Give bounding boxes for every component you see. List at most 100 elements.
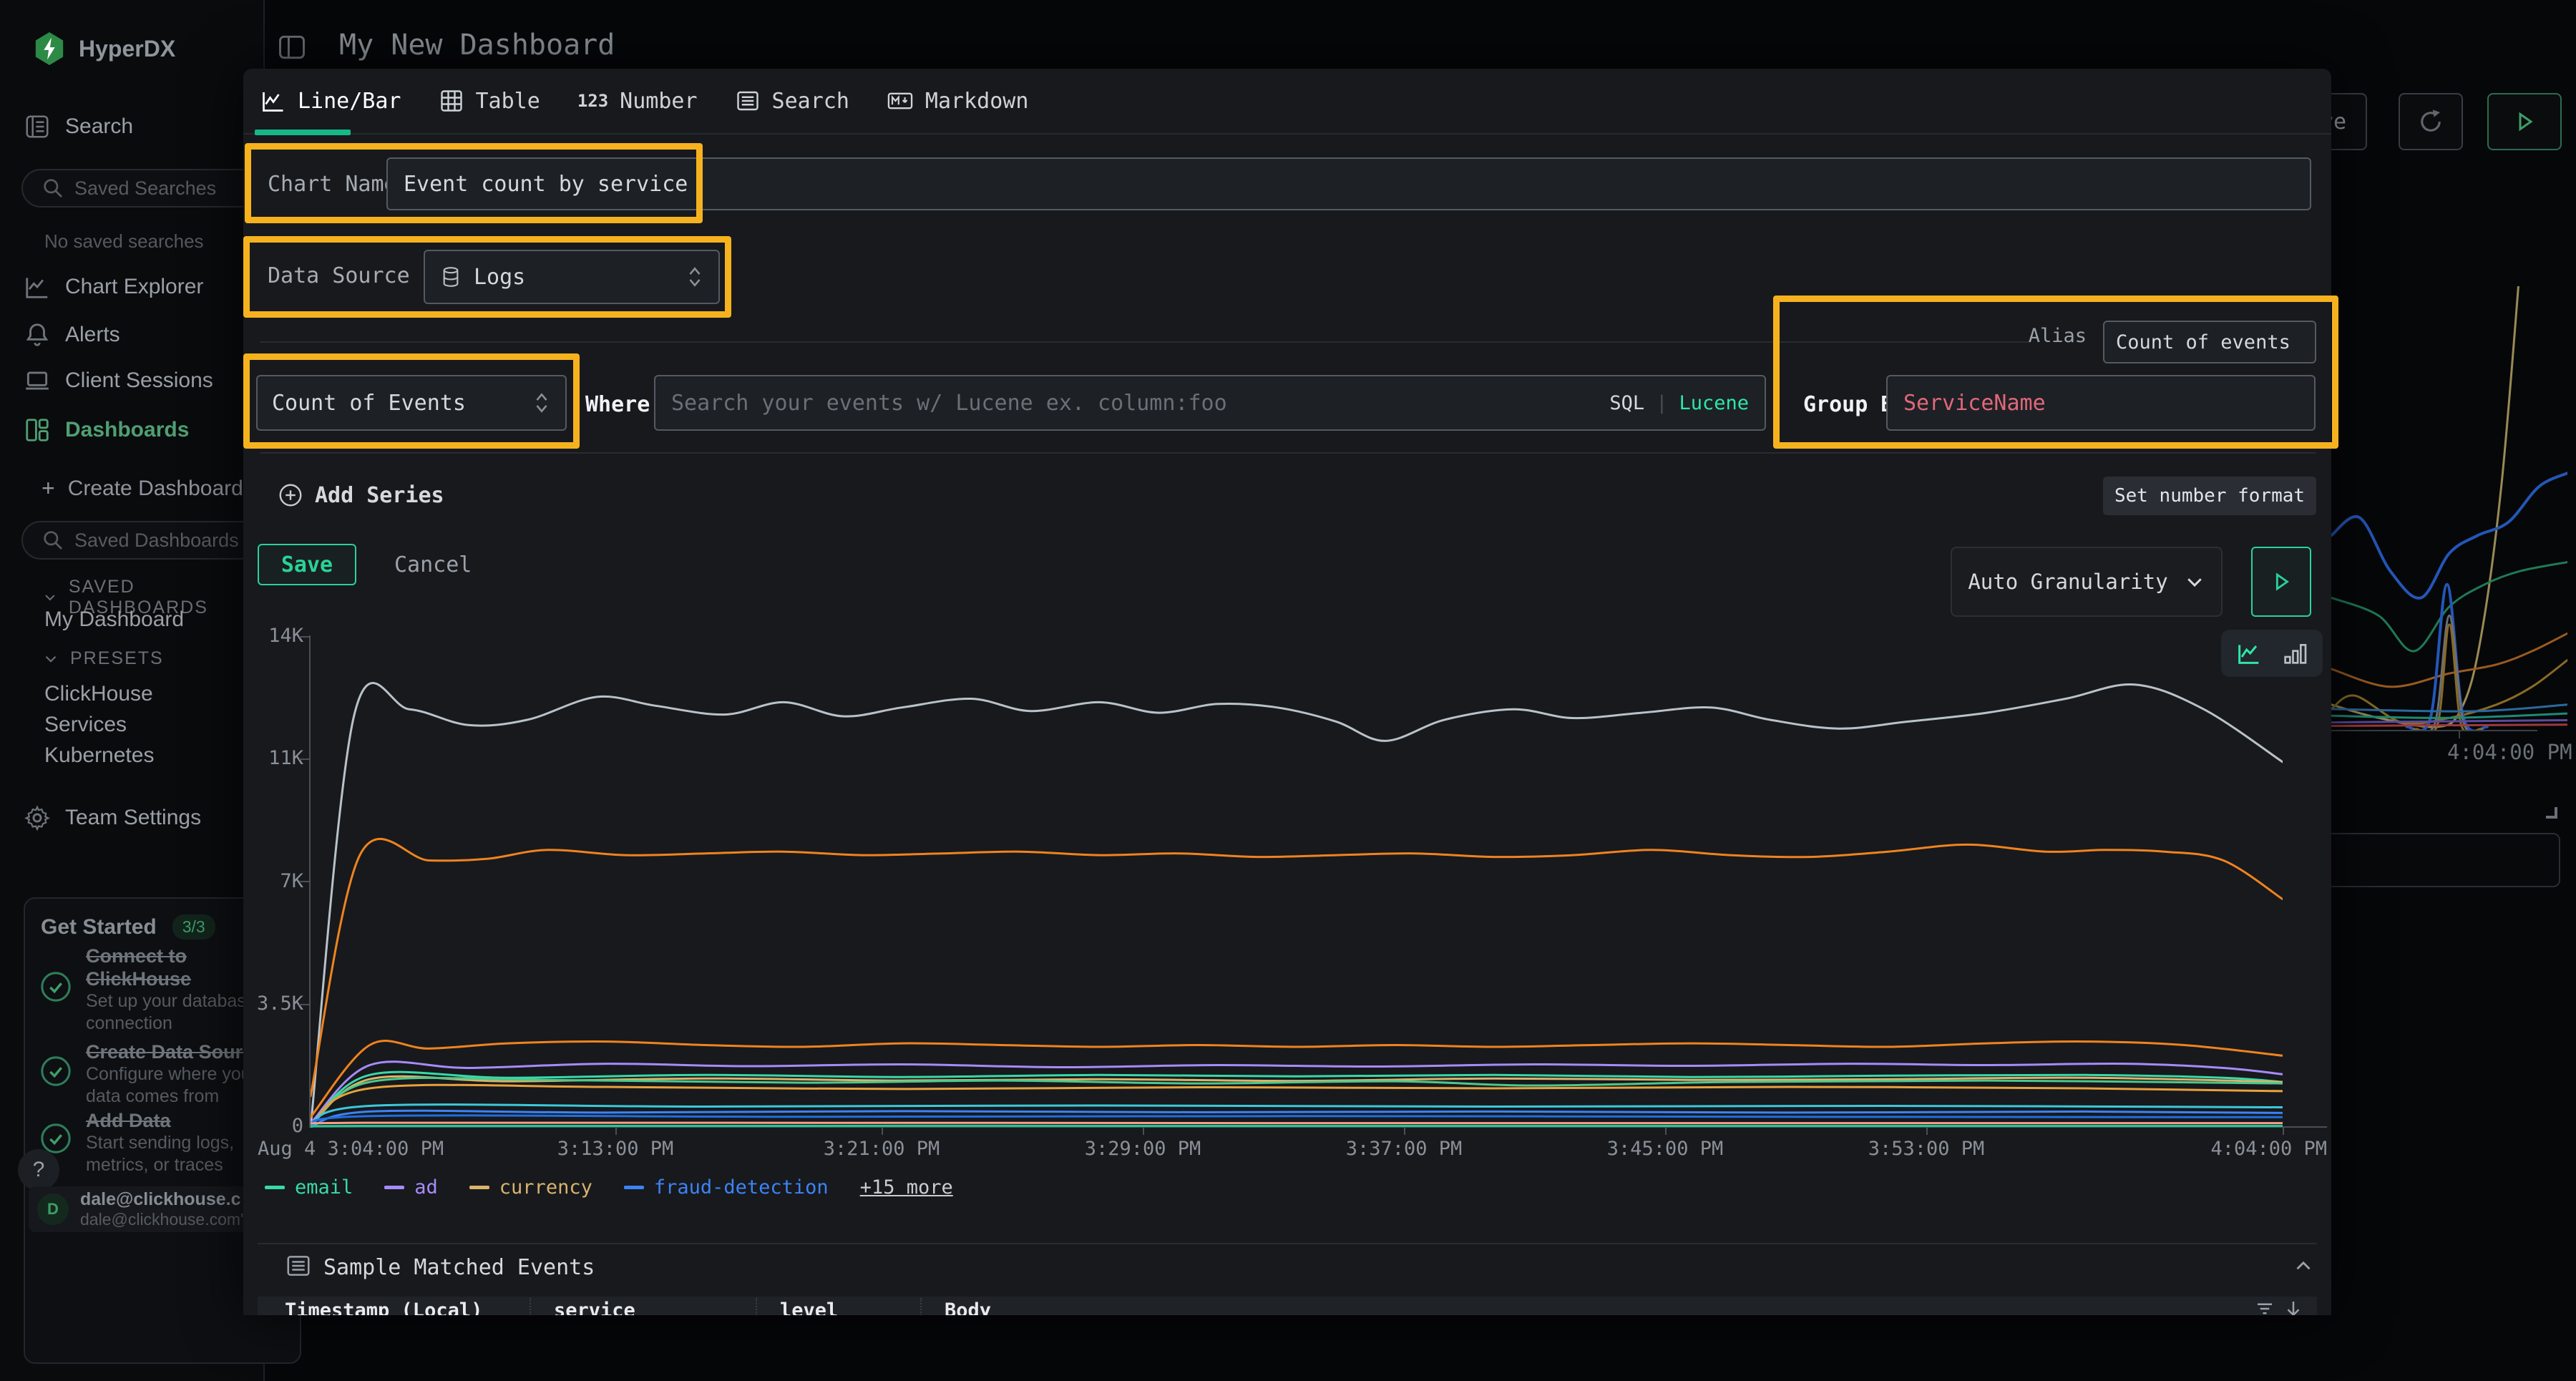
column-separator[interactable] [920, 1298, 922, 1315]
panel-toggle-icon [276, 31, 308, 63]
sample-events-title: Sample Matched Events [323, 1255, 595, 1280]
sidebar-item-services[interactable]: Services [44, 713, 127, 737]
sidebar-item-label: Team Settings [65, 806, 201, 830]
sidebar-item-kubernetes[interactable]: Kubernetes [44, 743, 154, 768]
column-header-level[interactable]: level [780, 1299, 838, 1315]
circle-plus-icon [278, 482, 303, 508]
get-started-step-subtitle: Set up your database connection [86, 990, 261, 1035]
sidebar-item-chart-explorer[interactable]: Chart Explorer [24, 273, 203, 301]
sidebar-item-my-dashboard[interactable]: My Dashboard [44, 607, 184, 632]
x-tick-label: 3:37:00 PM [1325, 1138, 1483, 1160]
save-label: Save [281, 552, 333, 577]
set-number-format-button[interactable]: Set number format [2103, 477, 2316, 515]
hyperdx-logo[interactable]: HyperDX [33, 30, 175, 67]
sidebar-collapse-button[interactable] [276, 31, 308, 63]
run-query-button[interactable] [2487, 93, 2562, 150]
x-tick [1143, 1128, 1144, 1135]
list-icon [735, 88, 761, 114]
y-tick [299, 758, 309, 760]
column-separator[interactable] [530, 1298, 531, 1315]
legend-item-ad[interactable]: ad [384, 1176, 438, 1199]
group-by-input[interactable] [1886, 375, 2316, 431]
sidebar-item-create-dashboard[interactable]: + Create Dashboard [42, 475, 243, 502]
legend-item-email[interactable]: email [265, 1176, 353, 1199]
column-header-service[interactable]: service [554, 1299, 635, 1315]
tab-table[interactable]: Table [439, 88, 540, 114]
where-input-wrap: SQL | Lucene [654, 375, 1766, 431]
modal-run-button[interactable] [2251, 547, 2311, 617]
get-started-header: Get Started 3/3 [41, 914, 215, 940]
add-series-button[interactable]: Add Series [278, 482, 444, 508]
legend-dash [384, 1186, 404, 1189]
background-chart [2331, 286, 2567, 731]
refresh-icon [2416, 107, 2446, 137]
aggregation-select[interactable]: Count of Events [256, 375, 567, 431]
save-button[interactable]: Save [258, 544, 356, 585]
lucene-toggle[interactable]: Lucene [1679, 392, 1749, 414]
tab-label: Search [772, 89, 849, 114]
legend-more-link[interactable]: +15 more [860, 1176, 953, 1199]
sidebar-item-alerts[interactable]: Alerts [24, 321, 120, 348]
x-tick-label: 3:45:00 PM [1586, 1138, 1744, 1160]
tab-markdown[interactable]: Markdown [887, 88, 1029, 114]
section-header-label: PRESETS [70, 648, 164, 669]
legend-label: email [295, 1176, 353, 1199]
chart-name-input[interactable] [386, 157, 2311, 210]
tab-label: Number [620, 89, 697, 114]
x-tick [2283, 1128, 2284, 1135]
sidebar-item-client-sessions[interactable]: Client Sessions [24, 367, 213, 394]
tab-number[interactable]: 123 Number [577, 89, 698, 114]
no-saved-searches-text: No saved searches [44, 230, 204, 253]
bar-style-icon[interactable] [2280, 639, 2309, 668]
laptop-icon [24, 367, 51, 394]
select-chevrons-icon [532, 391, 551, 415]
column-separator[interactable] [756, 1298, 757, 1315]
presets-section-header[interactable]: PRESETS [42, 648, 164, 669]
data-source-select[interactable]: Logs [424, 250, 720, 304]
y-tick-label: 11K [246, 747, 303, 769]
y-tick [299, 1004, 309, 1005]
saved-searches-placeholder: Saved Searches [74, 177, 216, 200]
tab-search[interactable]: Search [735, 88, 849, 114]
main-chart[interactable] [311, 635, 2283, 1128]
check-circle-icon [39, 1055, 72, 1088]
x-tick [1665, 1128, 1667, 1135]
collapse-section-chevron-icon[interactable] [2291, 1254, 2316, 1278]
help-button[interactable]: ? [18, 1149, 59, 1191]
play-icon [2269, 570, 2293, 594]
y-tick-label: 7K [246, 870, 303, 892]
where-search-input[interactable] [654, 375, 1766, 431]
x-tick-label: 4:04:00 PM [2170, 1138, 2327, 1160]
sidebar-item-team-settings[interactable]: Team Settings [24, 804, 201, 831]
filter-icon[interactable] [2254, 1298, 2275, 1315]
tab-line-bar[interactable]: Line/Bar [260, 88, 401, 114]
sql-toggle[interactable]: SQL [1609, 392, 1644, 414]
brand-name: HyperDX [79, 36, 175, 62]
granularity-select[interactable]: Auto Granularity [1951, 547, 2223, 617]
y-tick [299, 636, 309, 638]
column-header-body[interactable]: Body [945, 1299, 991, 1315]
markdown-icon [887, 88, 914, 114]
column-header-timestamp[interactable]: Timestamp (Local) [285, 1299, 482, 1315]
chart-editor-modal: Line/Bar Table 123 Number Search Markdow… [243, 69, 2331, 1315]
get-started-step-title[interactable]: Connect to ClickHouse [86, 945, 240, 991]
check-circle-icon [39, 970, 72, 1003]
legend-item-fraud-detection[interactable]: fraud-detection [624, 1176, 829, 1199]
sidebar-item-clickhouse[interactable]: ClickHouse [44, 682, 153, 706]
table-icon [439, 88, 464, 114]
alias-input[interactable] [2103, 321, 2316, 363]
set-number-format-label: Set number format [2114, 485, 2305, 507]
sidebar-item-search[interactable]: Search [24, 113, 133, 140]
divider [260, 341, 2029, 343]
cancel-button[interactable]: Cancel [394, 552, 472, 577]
where-label: Where [585, 392, 650, 417]
sidebar-item-dashboards[interactable]: Dashboards [24, 416, 189, 444]
sidebar-item-label: Create Dashboard [68, 477, 243, 501]
sidebar-item-label: Chart Explorer [65, 275, 203, 299]
refresh-button[interactable] [2399, 93, 2463, 150]
sort-down-icon[interactable] [2283, 1298, 2304, 1315]
resize-handle-icon[interactable] [2539, 800, 2557, 819]
chart-type-tabs: Line/Bar Table 123 Number Search Markdow… [243, 69, 2331, 135]
legend-item-currency[interactable]: currency [469, 1176, 592, 1199]
sidebar: HyperDX Search Saved Searches No saved s… [0, 0, 265, 1381]
